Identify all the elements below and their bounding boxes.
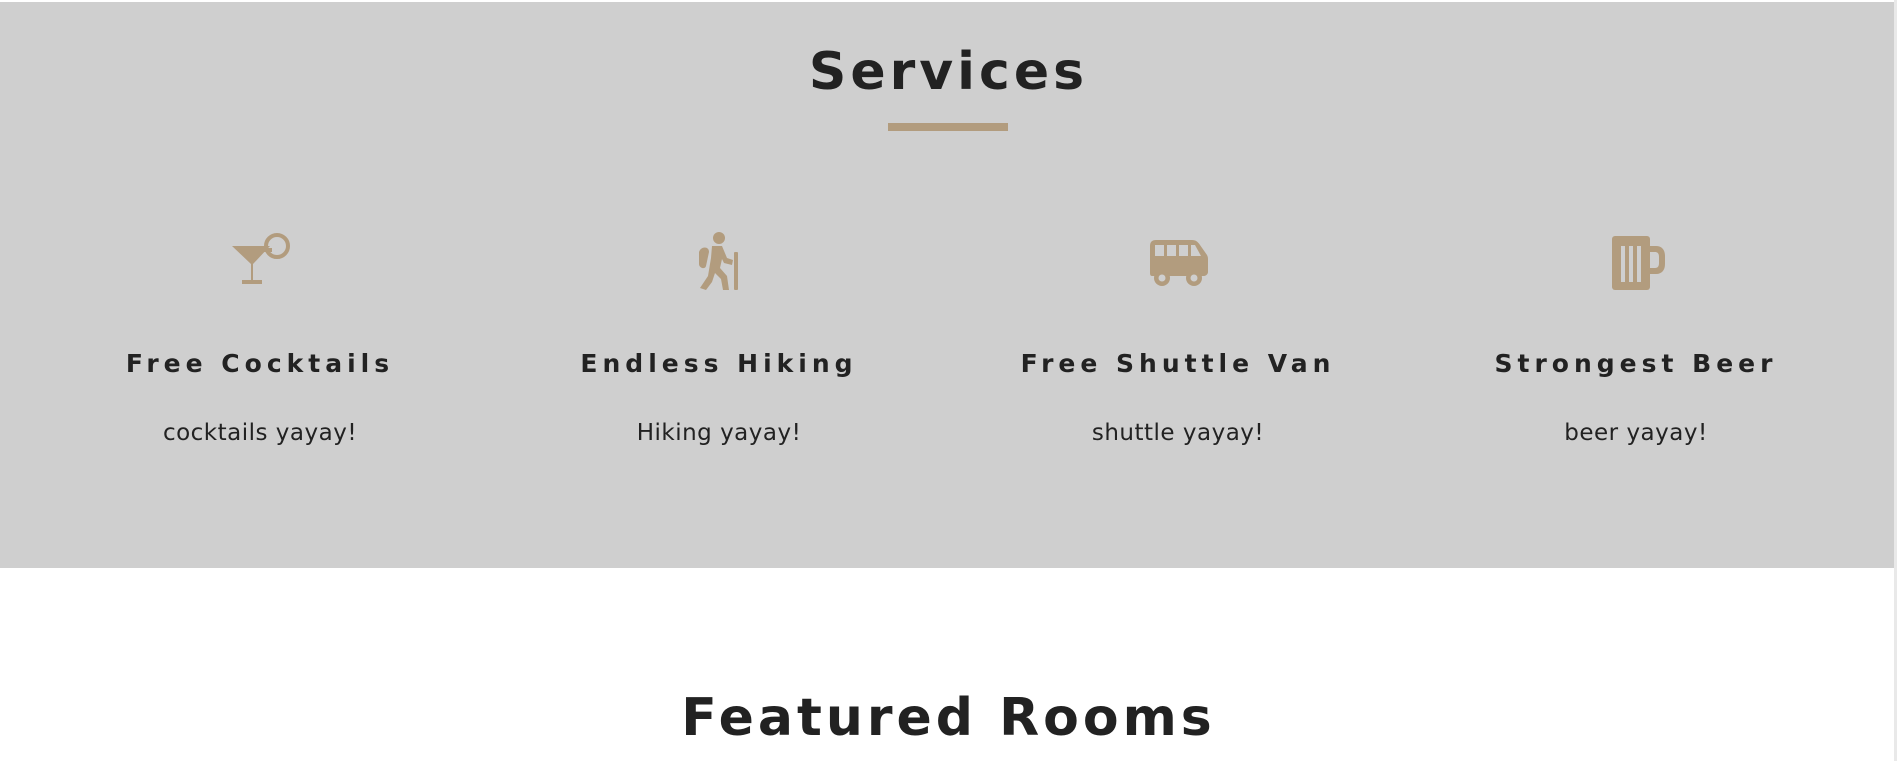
service-card-beer: Strongest Beer beer yayay!	[1399, 2, 1873, 568]
beer-icon	[1604, 230, 1668, 294]
service-name: Strongest Beer	[1494, 349, 1778, 378]
service-name: Free Shuttle Van	[1020, 349, 1336, 378]
service-name: Free Cocktails	[125, 349, 395, 378]
service-description: shuttle yayay!	[1091, 420, 1265, 446]
service-card-shuttle-van: Free Shuttle Van shuttle yayay!	[941, 2, 1415, 568]
cocktail-icon	[228, 230, 292, 294]
service-description: cocktails yayay!	[162, 420, 358, 446]
shuttle-van-icon	[1146, 230, 1210, 294]
service-card-cocktails: Free Cocktails cocktails yayay!	[23, 2, 497, 568]
service-description: beer yayay!	[1564, 420, 1708, 446]
services-section: Services Free Cocktails cocktails yayay!…	[0, 2, 1897, 568]
hiking-icon	[687, 230, 751, 294]
service-description: Hiking yayay!	[636, 420, 802, 446]
service-card-hiking: Endless Hiking Hiking yayay!	[482, 2, 956, 568]
featured-rooms-title: Featured Rooms	[681, 688, 1216, 748]
service-name: Endless Hiking	[580, 349, 858, 378]
